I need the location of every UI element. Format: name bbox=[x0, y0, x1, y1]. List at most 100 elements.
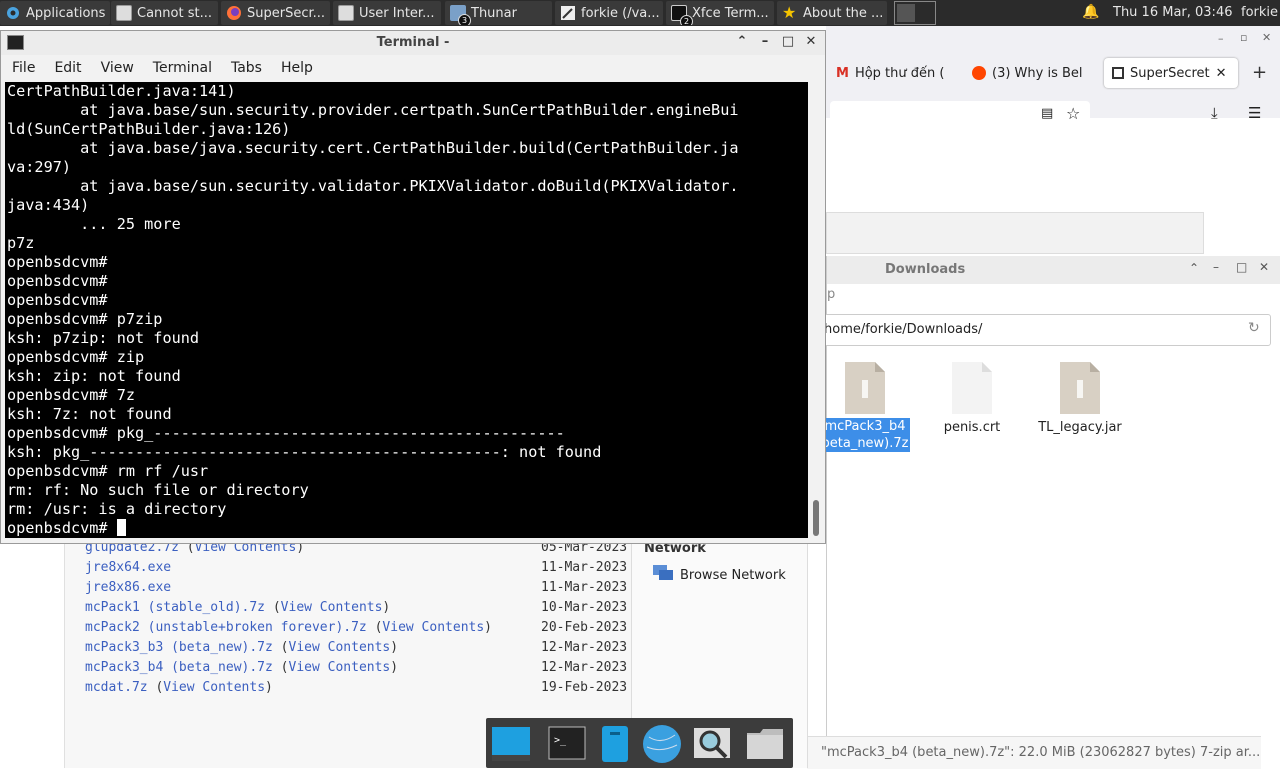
reader-view-icon[interactable]: ▤ bbox=[1041, 106, 1053, 121]
folder-icon: 3 bbox=[450, 5, 471, 25]
terminal-scrollbar[interactable] bbox=[809, 82, 823, 538]
task-label: User Inter... bbox=[359, 5, 435, 21]
file-date: 19-Feb-2023 bbox=[541, 680, 628, 695]
task-label: Cannot st... bbox=[137, 5, 212, 21]
view-contents-link[interactable]: View Contents bbox=[163, 680, 265, 695]
file-link[interactable]: jre8x86.exe bbox=[85, 580, 171, 595]
maximize-button[interactable]: □ bbox=[781, 35, 795, 49]
menu-tabs[interactable]: Tabs bbox=[220, 60, 270, 76]
roll-up-button[interactable]: ⌃ bbox=[735, 35, 749, 49]
scrollbar-thumb[interactable] bbox=[813, 500, 819, 536]
reddit-icon bbox=[972, 66, 986, 80]
certificate-file-icon bbox=[950, 360, 994, 416]
paren: ) bbox=[390, 660, 399, 675]
terminal-app-icon bbox=[7, 35, 24, 50]
file-name: beta_new).7z bbox=[821, 436, 909, 451]
workspace-switcher[interactable] bbox=[894, 1, 936, 25]
status-bar: "mcPack3_b4 (beta_new).7z": 22.0 MiB (23… bbox=[807, 736, 1261, 769]
file-tl-legacy-jar[interactable]: TL_legacy.jar bbox=[1032, 360, 1128, 435]
paren: ( bbox=[272, 660, 289, 675]
file-link[interactable]: mcPack3_b4 (beta_new).7z bbox=[85, 660, 273, 675]
file-link[interactable]: mcPack1 (stable_old).7z bbox=[85, 600, 265, 615]
task-cannot-start[interactable]: Cannot st... bbox=[111, 1, 218, 25]
close-button[interactable]: ✕ bbox=[1259, 260, 1269, 274]
file-list-row: jre8x64.exe bbox=[85, 560, 171, 575]
archive-icon bbox=[843, 360, 887, 416]
minimize-button[interactable]: – bbox=[1218, 32, 1224, 45]
file-link[interactable]: mcdat.7z bbox=[85, 680, 148, 695]
tab-gmail[interactable]: M Hộp thư đến ( bbox=[836, 58, 956, 88]
terminal-output[interactable]: CertPathBuilder.java:141) at java.base/s… bbox=[5, 82, 808, 538]
clock[interactable]: Thu 16 Mar, 03:46 bbox=[1113, 5, 1232, 20]
terminal-cursor bbox=[116, 519, 126, 536]
terminal-icon: 2 bbox=[671, 5, 693, 25]
new-tab-button[interactable]: + bbox=[1252, 62, 1267, 83]
browse-network-item[interactable]: Browse Network bbox=[652, 564, 786, 586]
view-contents-link[interactable]: View Contents bbox=[382, 620, 484, 635]
close-tab-icon[interactable]: ✕ bbox=[1216, 66, 1227, 81]
file-mcpack3-b4[interactable]: mcPack3_b4 beta_new).7z bbox=[817, 360, 913, 452]
tab-reddit[interactable]: (3) Why is Bel bbox=[972, 58, 1090, 88]
menu-help[interactable]: Help bbox=[270, 60, 321, 76]
close-button[interactable]: ✕ bbox=[804, 35, 818, 49]
menu-view[interactable]: View bbox=[90, 60, 142, 76]
editor-icon bbox=[560, 5, 576, 21]
file-list-row: jre8x86.exe bbox=[85, 580, 171, 595]
file-name: mcPack3_b4 bbox=[824, 419, 906, 434]
task-user-interface[interactable]: User Inter... bbox=[333, 1, 441, 25]
reload-icon[interactable]: ↻ bbox=[1248, 320, 1260, 336]
maximize-button[interactable]: □ bbox=[1236, 260, 1247, 274]
menu-file[interactable]: File bbox=[1, 60, 43, 76]
tab-supersecret[interactable]: SuperSecret ✕ bbox=[1104, 58, 1238, 88]
file-link[interactable]: jre8x64.exe bbox=[85, 560, 171, 575]
terminal-titlebar: Terminal - ⌃ – □ ✕ bbox=[1, 31, 825, 55]
file-list-row: mcPack2 (unstable+broken forever).7z (Vi… bbox=[85, 620, 492, 635]
web-browser-icon[interactable] bbox=[641, 723, 683, 765]
view-contents-link[interactable]: View Contents bbox=[289, 640, 391, 655]
file-date: 11-Mar-2023 bbox=[541, 580, 628, 595]
view-contents-link[interactable]: View Contents bbox=[281, 600, 383, 615]
folder-icon[interactable] bbox=[744, 723, 786, 765]
close-button[interactable]: ✕ bbox=[1262, 31, 1271, 44]
roll-up-button[interactable]: ⌃ bbox=[1189, 261, 1199, 275]
task-thunar[interactable]: 3 Thunar bbox=[445, 1, 552, 25]
bookmark-star-icon[interactable]: ☆ bbox=[1066, 104, 1080, 123]
downloads-icon[interactable]: ⤓ bbox=[1211, 104, 1218, 122]
minimize-button[interactable]: – bbox=[758, 35, 772, 49]
task-xfce-terminal[interactable]: 2 Xfce Term... bbox=[666, 1, 774, 25]
terminal-text: CertPathBuilder.java:141) at java.base/s… bbox=[7, 82, 739, 537]
menu-terminal[interactable]: Terminal bbox=[142, 60, 220, 76]
url-bar[interactable]: ▤ ☆ bbox=[830, 101, 1090, 129]
maximize-button[interactable]: ▫ bbox=[1240, 31, 1247, 44]
applications-menu[interactable]: Applications bbox=[0, 1, 110, 25]
file-list-row: mcdat.7z (View Contents) bbox=[85, 680, 273, 695]
file-link[interactable]: mcPack2 (unstable+broken forever).7z bbox=[85, 620, 367, 635]
task-about[interactable]: ★ About the ... bbox=[777, 1, 887, 25]
paren: ) bbox=[265, 680, 273, 695]
file-link[interactable]: mcPack3_b3 (beta_new).7z bbox=[85, 640, 273, 655]
file-manager-icon[interactable] bbox=[596, 723, 638, 765]
file-penis-crt[interactable]: penis.crt bbox=[924, 360, 1020, 435]
workspace-1[interactable] bbox=[897, 4, 915, 22]
menu-bar-partial: p bbox=[827, 287, 836, 302]
task-firefox[interactable]: SuperSecr... bbox=[221, 1, 330, 25]
view-contents-link[interactable]: View Contents bbox=[289, 660, 391, 675]
status-text: "mcPack3_b4 (beta_new).7z": 22.0 MiB (23… bbox=[821, 745, 1261, 760]
user-menu[interactable]: forkie bbox=[1241, 5, 1278, 20]
show-desktop-icon[interactable] bbox=[490, 723, 532, 765]
window-title: Terminal - bbox=[376, 35, 450, 50]
minimize-button[interactable]: – bbox=[1213, 260, 1219, 274]
file-name: penis.crt bbox=[943, 420, 1001, 435]
location-bar[interactable]: home/forkie/Downloads/ ↻ bbox=[823, 314, 1271, 346]
menu-edit[interactable]: Edit bbox=[43, 60, 89, 76]
task-label: forkie (/va... bbox=[581, 5, 660, 21]
search-icon[interactable] bbox=[691, 723, 733, 765]
task-forkie-editor[interactable]: forkie (/va... bbox=[555, 1, 663, 25]
file-date: 10-Mar-2023 bbox=[541, 600, 628, 615]
terminal-icon[interactable]: >_ bbox=[546, 723, 588, 765]
menu-icon[interactable]: ☰ bbox=[1248, 104, 1261, 122]
location-path: home/forkie/Downloads/ bbox=[824, 322, 983, 337]
notification-bell-icon[interactable]: 🔔 bbox=[1082, 4, 1099, 20]
tab-label: Hộp thư đến ( bbox=[854, 65, 945, 81]
page-box bbox=[826, 212, 1204, 254]
